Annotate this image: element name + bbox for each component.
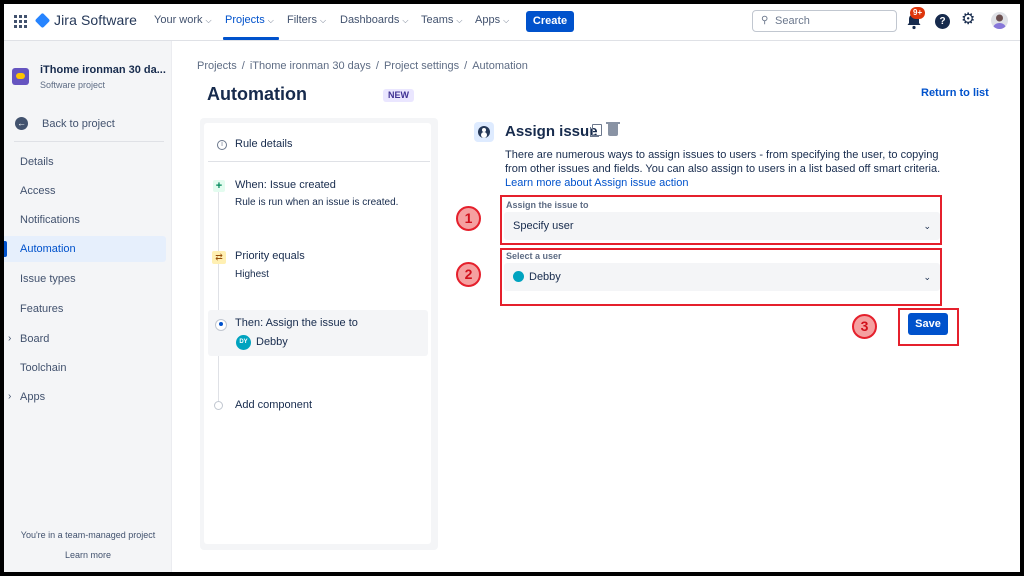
rule-panel: i Rule details + When: Issue created Rul… (200, 118, 438, 550)
component-title: Assign issue (505, 123, 598, 140)
trash-icon[interactable] (606, 122, 620, 136)
sidebar-item-access[interactable]: Access (4, 178, 166, 204)
nav-projects[interactable]: Projects ⌵ (225, 14, 274, 26)
nav-label: Filters (287, 14, 317, 26)
nav-label: Projects (225, 14, 265, 26)
back-to-project-link[interactable]: Back to project (42, 118, 115, 130)
breadcrumb-projects[interactable]: Projects (197, 60, 237, 72)
sidebar-item-notifications[interactable]: Notifications (4, 207, 166, 233)
new-badge: NEW (383, 89, 414, 102)
back-arrow-icon[interactable]: ← (15, 117, 28, 130)
action-title: Then: Assign the issue to (235, 317, 358, 329)
add-component-icon (214, 401, 223, 410)
divider (208, 161, 430, 162)
nav-label: Teams (421, 14, 454, 26)
plus-icon: + (213, 180, 225, 192)
sidebar-item-board[interactable]: › Board (4, 326, 166, 352)
breadcrumb-project[interactable]: iThome ironman 30 days (250, 60, 371, 72)
condition-icon: ⇄ (212, 251, 226, 264)
description-text: There are numerous ways to assign issues… (505, 149, 941, 175)
divider (14, 141, 164, 142)
chevron-down-icon: ⌵ (267, 16, 274, 25)
chevron-down-icon: ⌵ (319, 16, 327, 25)
rule-details-item[interactable]: Rule details (235, 138, 292, 150)
nav-dashboards[interactable]: Dashboards ⌵ (340, 14, 408, 26)
breadcrumb-automation[interactable]: Automation (472, 60, 528, 72)
nav-apps[interactable]: Apps ⌵ (475, 14, 509, 26)
rule-timeline (218, 187, 219, 405)
assign-user-icon (474, 122, 494, 142)
breadcrumb-settings[interactable]: Project settings (384, 60, 459, 72)
condition-value: Highest (235, 269, 269, 280)
step-marker-1: 1 (456, 206, 481, 231)
chevron-right-icon: › (8, 391, 12, 402)
nav-label: Your work (154, 14, 203, 26)
breadcrumb-separator: / (464, 60, 468, 72)
assign-user-icon (215, 319, 227, 331)
add-component-button[interactable]: Add component (235, 399, 312, 411)
highlight-box-1 (500, 195, 942, 245)
product-name[interactable]: Jira Software (54, 12, 137, 28)
gear-icon[interactable]: ⚙ (961, 11, 975, 29)
sidebar-item-label: Board (20, 333, 50, 345)
breadcrumb: Projects / iThome ironman 30 days / Project … (197, 60, 528, 72)
sidebar-item-label: Apps (20, 391, 46, 403)
condition-title[interactable]: Priority equals (235, 250, 305, 262)
nav-label: Dashboards (340, 14, 400, 26)
help-icon[interactable]: ? (935, 14, 950, 29)
breadcrumb-separator: / (241, 60, 245, 72)
highlight-box-2 (500, 248, 942, 306)
project-avatar-icon (12, 68, 29, 85)
project-sidebar: iThome ironman 30 da... Software project… (4, 41, 172, 572)
nav-your-work[interactable]: Your work ⌵ (154, 14, 212, 26)
rule-chain: i Rule details + When: Issue created Rul… (204, 123, 431, 544)
chevron-right-icon: › (8, 333, 12, 344)
notification-badge: 9+ (910, 7, 926, 19)
step-marker-3: 3 (852, 314, 877, 339)
breadcrumb-separator: / (375, 60, 379, 72)
team-managed-note: You're in a team-managed project (20, 530, 156, 540)
nav-teams[interactable]: Teams ⌵ (421, 14, 462, 26)
chevron-down-icon: ⌵ (402, 16, 409, 25)
sidebar-item-details[interactable]: Details (4, 149, 166, 175)
project-type: Software project (40, 80, 106, 90)
sidebar-item-automation[interactable]: Automation (4, 236, 166, 262)
search-input[interactable] (775, 14, 890, 28)
nav-label: Apps (475, 14, 501, 26)
step-marker-2: 2 (456, 262, 481, 287)
page-title: Automation (207, 84, 307, 104)
avatar[interactable] (991, 12, 1008, 29)
sidebar-item-features[interactable]: Features (4, 296, 166, 322)
learn-more-link[interactable]: Learn more (4, 550, 172, 560)
component-description: There are numerous ways to assign issues… (505, 148, 960, 190)
sidebar-item-toolchain[interactable]: Toolchain (4, 355, 166, 381)
return-to-list-link[interactable]: Return to list (921, 87, 989, 99)
project-name[interactable]: iThome ironman 30 da... (40, 64, 166, 76)
search-icon: ⚲ (761, 15, 769, 26)
action-item[interactable]: Then: Assign the issue to DY Debby (208, 310, 428, 356)
active-tab-indicator (223, 37, 279, 40)
app-switcher-icon[interactable] (14, 15, 27, 28)
trigger-description: Rule is run when an issue is created. (235, 197, 399, 208)
highlight-box-3 (898, 308, 959, 346)
learn-more-link[interactable]: Learn more about Assign issue action (505, 177, 688, 189)
sidebar-item-apps[interactable]: › Apps (4, 384, 166, 410)
chevron-down-icon: ⌵ (503, 16, 510, 25)
app-window: Jira Software Your work ⌵ Projects ⌵ Filte… (4, 4, 1020, 572)
top-navigation: Jira Software Your work ⌵ Projects ⌵ Filte… (4, 4, 1020, 41)
create-button[interactable]: Create (526, 11, 574, 32)
copy-icon[interactable] (590, 124, 602, 137)
chevron-down-icon: ⌵ (205, 16, 212, 25)
trigger-title[interactable]: When: Issue created (235, 179, 336, 191)
sidebar-item-issue-types[interactable]: Issue types (4, 266, 166, 292)
search-field[interactable]: ⚲ (752, 10, 897, 32)
chevron-down-icon: ⌵ (456, 16, 463, 25)
info-icon: i (217, 140, 227, 150)
avatar: DY (236, 335, 251, 350)
action-user: Debby (256, 336, 288, 348)
jira-logo-icon[interactable] (34, 12, 51, 29)
nav-filters[interactable]: Filters ⌵ (287, 14, 326, 26)
